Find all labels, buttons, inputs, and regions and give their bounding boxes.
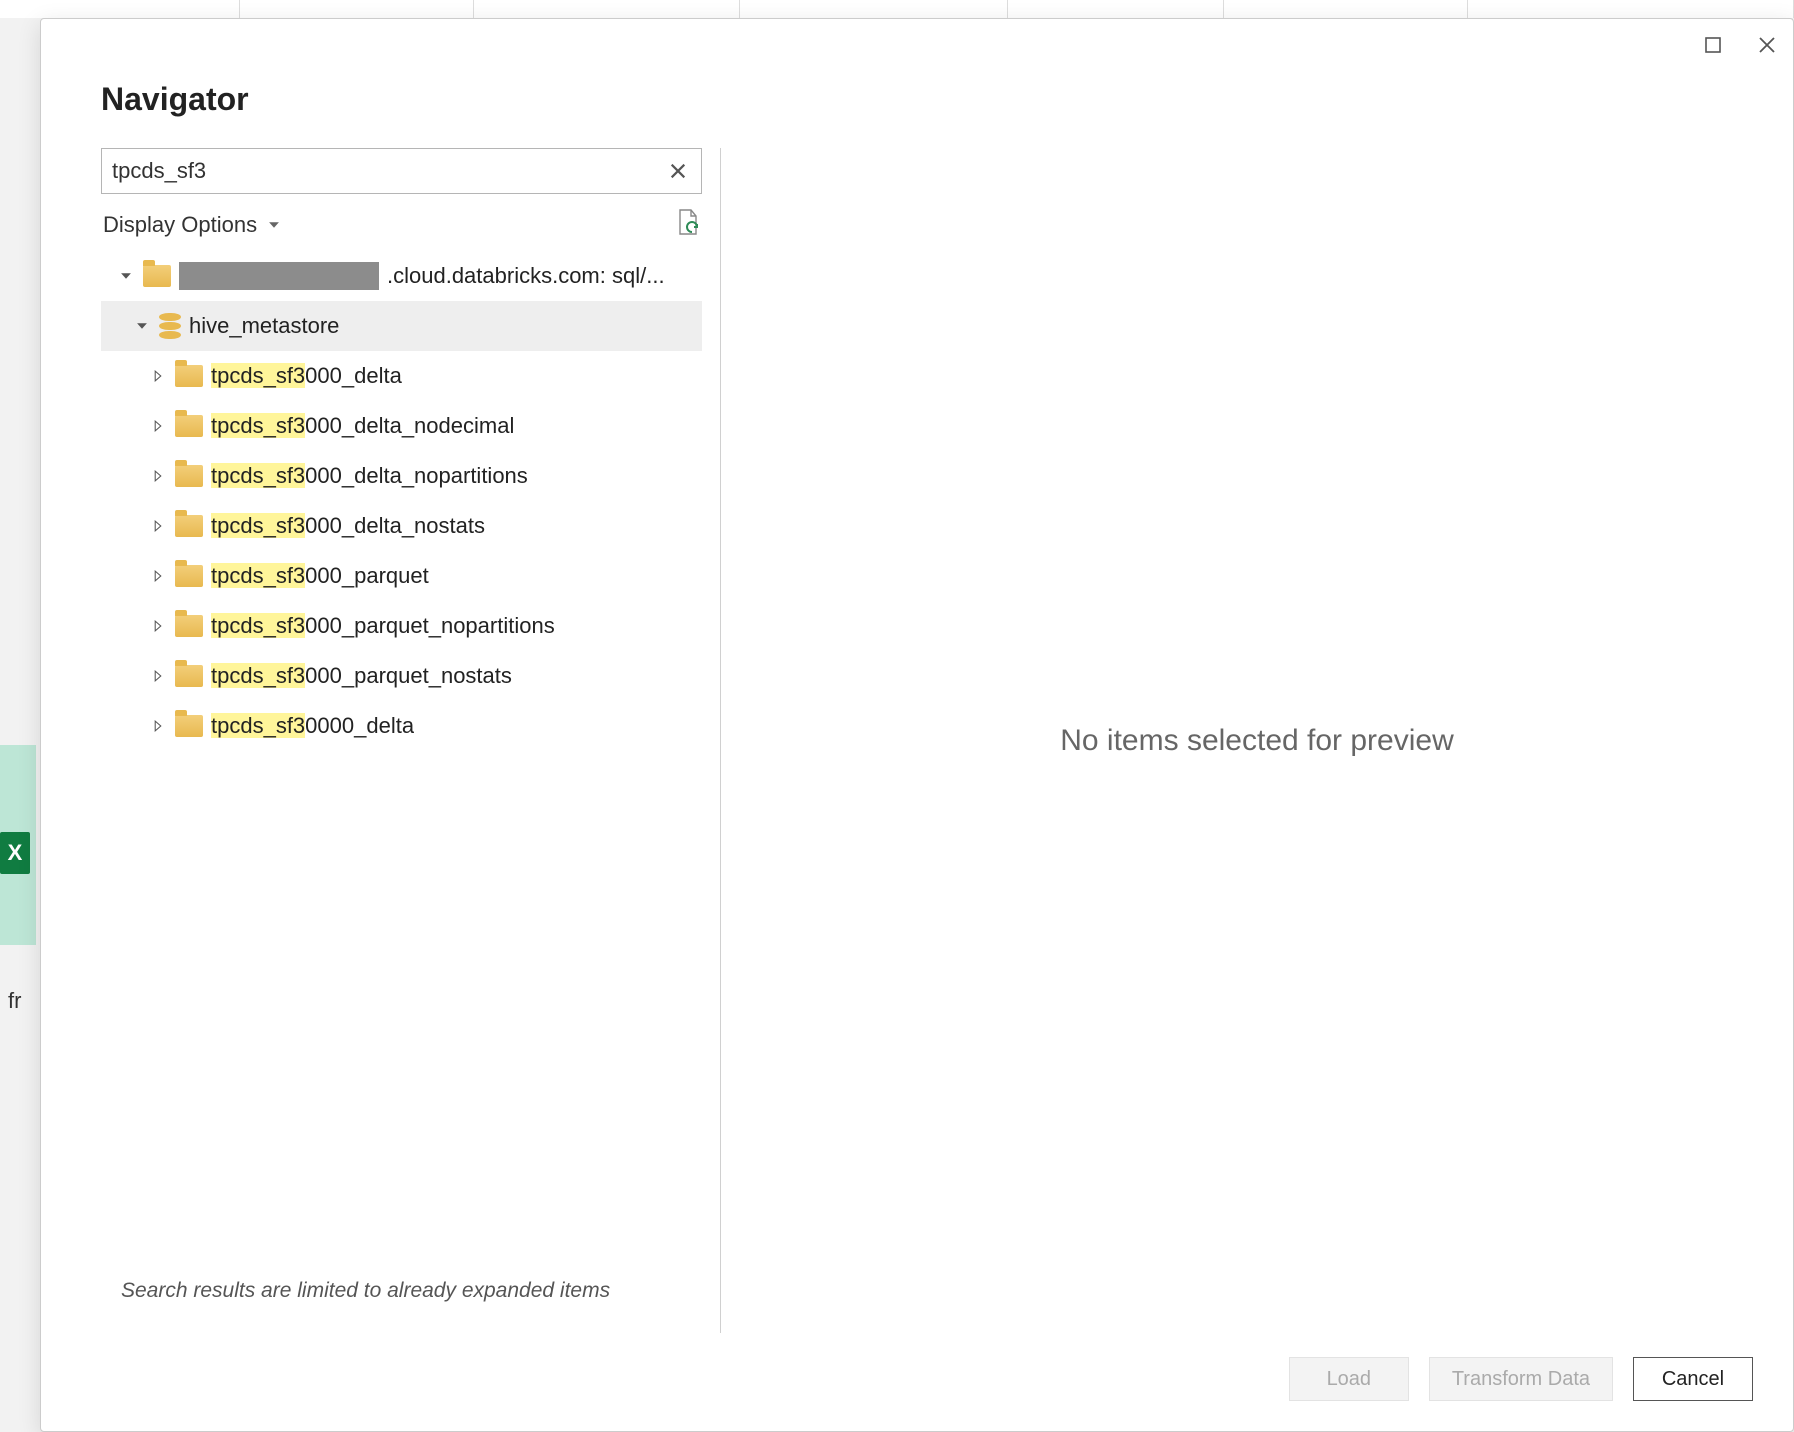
tree-root-label: .cloud.databricks.com: sql/...: [387, 263, 665, 289]
caret-collapsed-icon[interactable]: [149, 517, 167, 535]
close-icon: [669, 162, 687, 180]
dialog-title: Navigator: [41, 61, 1793, 148]
tree-node-label: tpcds_sf3000_parquet: [211, 563, 429, 589]
refresh-preview-button[interactable]: [676, 208, 700, 241]
display-options-label: Display Options: [103, 212, 257, 238]
tree-node-schema[interactable]: tpcds_sf3000_delta_nostats: [101, 501, 702, 551]
redacted-host: [179, 262, 379, 290]
navigator-dialog: Navigator Display Options: [40, 18, 1794, 1432]
tree-node-hive-metastore[interactable]: hive_metastore: [101, 301, 702, 351]
dialog-footer: Load Transform Data Cancel: [41, 1333, 1793, 1431]
caret-collapsed-icon[interactable]: [149, 667, 167, 685]
caret-collapsed-icon[interactable]: [149, 367, 167, 385]
maximize-icon: [1703, 35, 1723, 55]
preview-empty-message: No items selected for preview: [1060, 724, 1454, 758]
caret-collapsed-icon[interactable]: [149, 567, 167, 585]
excel-icon: X: [0, 832, 30, 874]
close-icon: [1757, 35, 1777, 55]
tree-node-schema[interactable]: tpcds_sf3000_delta_nodecimal: [101, 401, 702, 451]
caret-collapsed-icon[interactable]: [149, 467, 167, 485]
display-options-dropdown[interactable]: Display Options: [103, 212, 281, 238]
page-refresh-icon: [676, 208, 700, 236]
folder-icon: [175, 615, 203, 637]
tree-node-schema[interactable]: tpcds_sf3000_parquet_nostats: [101, 651, 702, 701]
tree-root-connection[interactable]: .cloud.databricks.com: sql/...: [101, 251, 702, 301]
folder-icon: [175, 665, 203, 687]
background-text-fr: fr: [8, 988, 21, 1014]
folder-icon: [175, 415, 203, 437]
background-column-headers: [0, 0, 1794, 18]
tree-node-schema[interactable]: tpcds_sf3000_delta: [101, 351, 702, 401]
clear-search-button[interactable]: [665, 158, 691, 184]
search-input[interactable]: [112, 158, 665, 184]
folder-icon: [175, 365, 203, 387]
caret-collapsed-icon[interactable]: [149, 417, 167, 435]
tree-node-label: tpcds_sf30000_delta: [211, 713, 414, 739]
search-hint: Search results are limited to already ex…: [101, 1259, 702, 1333]
database-icon: [159, 313, 181, 339]
tree-node-label: tpcds_sf3000_delta: [211, 363, 402, 389]
caret-expanded-icon[interactable]: [133, 317, 151, 335]
tree-node-schema[interactable]: tpcds_sf3000_parquet_nopartitions: [101, 601, 702, 651]
transform-data-button[interactable]: Transform Data: [1429, 1357, 1613, 1401]
folder-icon: [175, 515, 203, 537]
folder-icon: [175, 565, 203, 587]
chevron-down-icon: [267, 212, 281, 238]
folder-icon: [175, 715, 203, 737]
tree-node-label: tpcds_sf3000_delta_nopartitions: [211, 463, 528, 489]
caret-expanded-icon[interactable]: [117, 267, 135, 285]
load-button[interactable]: Load: [1289, 1357, 1409, 1401]
caret-collapsed-icon[interactable]: [149, 617, 167, 635]
folder-icon: [175, 465, 203, 487]
folder-icon: [143, 265, 171, 287]
preview-pane: No items selected for preview: [721, 148, 1793, 1333]
tree-node-label: tpcds_sf3000_parquet_nopartitions: [211, 613, 555, 639]
tree-node-label: tpcds_sf3000_parquet_nostats: [211, 663, 512, 689]
close-button[interactable]: [1751, 29, 1783, 61]
search-box[interactable]: [101, 148, 702, 194]
cancel-button[interactable]: Cancel: [1633, 1357, 1753, 1401]
tree-node-label: hive_metastore: [189, 313, 339, 339]
tree-node-schema[interactable]: tpcds_sf3000_delta_nopartitions: [101, 451, 702, 501]
left-pane: Display Options: [101, 148, 721, 1333]
caret-collapsed-icon[interactable]: [149, 717, 167, 735]
tree-node-schema[interactable]: tpcds_sf30000_delta: [101, 701, 702, 751]
tree-node-schema[interactable]: tpcds_sf3000_parquet: [101, 551, 702, 601]
tree-node-label: tpcds_sf3000_delta_nostats: [211, 513, 485, 539]
tree-node-label: tpcds_sf3000_delta_nodecimal: [211, 413, 514, 439]
maximize-button[interactable]: [1697, 29, 1729, 61]
navigator-tree[interactable]: .cloud.databricks.com: sql/... hive_meta…: [101, 251, 702, 1259]
